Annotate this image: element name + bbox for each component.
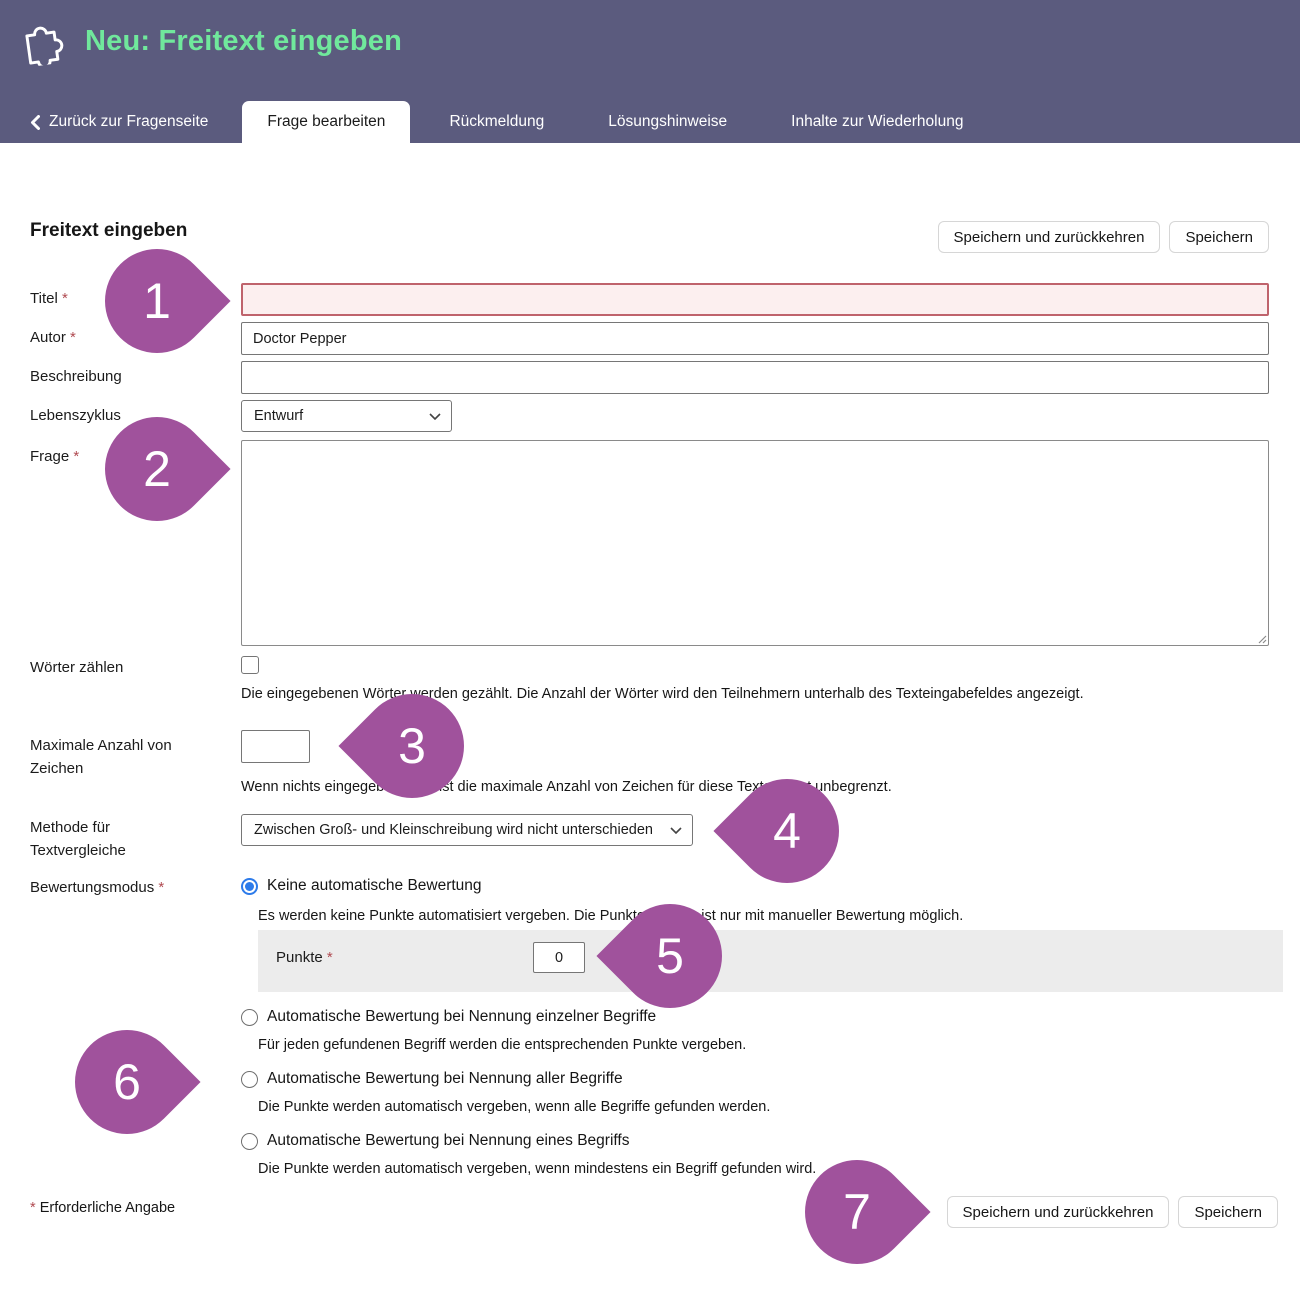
top-button-group: Speichern und zurückkehren Speichern (938, 221, 1270, 253)
resize-gripper-icon[interactable] (1256, 633, 1267, 644)
autor-input[interactable] (241, 322, 1269, 355)
back-to-question-page-link[interactable]: Zurück zur Fragenseite (30, 101, 216, 143)
save-button-top[interactable]: Speichern (1169, 221, 1269, 253)
radio-description: Es werden keine Punkte automatisiert ver… (258, 908, 963, 924)
annotation-marker-3: 3 (338, 672, 485, 819)
titel-input[interactable] (241, 283, 1269, 316)
required-asterisk: * (73, 448, 79, 465)
methode-value: Zwischen Groß- und Kleinschreibung wird … (254, 822, 653, 838)
radio-nennung-eines-begriffs[interactable]: Automatische Bewertung bei Nennung eines… (241, 1132, 629, 1150)
page: Neu: Freitext eingeben Zurück zur Fragen… (0, 0, 1300, 1300)
radio-icon[interactable] (241, 1133, 258, 1150)
radio-nennung-einzelner-begriffe[interactable]: Automatische Bewertung bei Nennung einze… (241, 1008, 656, 1026)
methode-select[interactable]: Zwischen Groß- und Kleinschreibung wird … (241, 814, 693, 846)
required-asterisk: * (158, 879, 164, 896)
form-title: Freitext eingeben (30, 220, 187, 242)
save-button-bottom[interactable]: Speichern (1178, 1196, 1278, 1228)
bottom-button-group: Speichern und zurückkehren Speichern (947, 1196, 1279, 1228)
radio-nennung-aller-begriffe[interactable]: Automatische Bewertung bei Nennung aller… (241, 1070, 623, 1088)
tab-inhalte-wiederholung[interactable]: Inhalte zur Wiederholung (766, 101, 988, 143)
max-zeichen-label: Maximale Anzahl von Zeichen (30, 735, 205, 780)
annotation-marker-7: 7 (783, 1138, 930, 1285)
woerter-zaehlen-label: Wörter zählen (30, 657, 205, 680)
punkte-input[interactable] (533, 942, 585, 973)
tab-loesungshinweise[interactable]: Lösungshinweise (583, 101, 752, 143)
max-zeichen-input[interactable] (241, 730, 310, 763)
brand: Neu: Freitext eingeben (20, 18, 402, 65)
woerter-zaehlen-checkbox[interactable] (241, 656, 259, 674)
lebenszyklus-select[interactable]: Entwurf (241, 400, 452, 432)
page-header-title: Neu: Freitext eingeben (85, 25, 402, 58)
annotation-marker-4: 4 (713, 757, 860, 904)
chevron-down-icon (429, 413, 441, 420)
chevron-down-icon (670, 827, 682, 834)
frage-textarea-wrap (241, 440, 1269, 646)
header-bar: Neu: Freitext eingeben Zurück zur Fragen… (0, 0, 1300, 143)
annotation-number: 2 (105, 417, 209, 521)
annotation-number: 4 (735, 779, 839, 883)
radio-description: Die Punkte werden automatisch vergeben, … (258, 1099, 770, 1115)
annotation-marker-6: 6 (53, 1008, 200, 1155)
beschreibung-label: Beschreibung (30, 366, 205, 389)
tab-label: Frage bearbeiten (267, 113, 385, 131)
beschreibung-input[interactable] (241, 361, 1269, 394)
tab-rueckmeldung[interactable]: Rückmeldung (424, 101, 569, 143)
required-asterisk: * (327, 949, 333, 966)
radio-icon[interactable] (241, 1009, 258, 1026)
annotation-marker-2: 2 (83, 395, 230, 542)
annotation-number: 3 (360, 694, 464, 798)
tab-frage-bearbeiten[interactable]: Frage bearbeiten (242, 101, 410, 143)
annotation-number: 1 (105, 249, 209, 353)
frage-textarea[interactable] (241, 440, 1269, 646)
methode-label: Methode für Textvergleiche (30, 817, 205, 862)
chevron-left-icon (30, 115, 40, 130)
radio-keine-automatische-bewertung[interactable]: Keine automatische Bewertung (241, 877, 482, 895)
punkte-label: Punkte * (276, 947, 476, 970)
puzzle-icon (17, 15, 70, 68)
radio-description: Die Punkte werden automatisch vergeben, … (258, 1161, 816, 1177)
save-and-return-button-bottom[interactable]: Speichern und zurückkehren (947, 1196, 1170, 1228)
annotation-number: 7 (805, 1160, 909, 1264)
required-asterisk: * (70, 329, 76, 346)
annotation-marker-5: 5 (596, 882, 743, 1029)
tab-label: Lösungshinweise (608, 113, 727, 131)
back-link-label: Zurück zur Fragenseite (49, 113, 208, 131)
tab-bar: Zurück zur Fragenseite Frage bearbeiten … (0, 101, 1300, 143)
required-note: * Erforderliche Angabe (30, 1200, 175, 1216)
required-asterisk: * (30, 1200, 36, 1216)
save-and-return-button-top[interactable]: Speichern und zurückkehren (938, 221, 1161, 253)
radio-description: Für jeden gefundenen Begriff werden die … (258, 1037, 746, 1053)
tab-label: Rückmeldung (449, 113, 544, 131)
annotation-number: 5 (618, 904, 722, 1008)
radio-selected-icon[interactable] (241, 878, 258, 895)
lebenszyklus-value: Entwurf (254, 408, 303, 424)
bewertungsmodus-label: Bewertungsmodus * (30, 877, 205, 900)
annotation-marker-1: 1 (83, 227, 230, 374)
tab-label: Inhalte zur Wiederholung (791, 113, 963, 131)
annotation-number: 6 (75, 1030, 179, 1134)
radio-icon[interactable] (241, 1071, 258, 1088)
punkte-panel: Punkte * (258, 930, 1283, 992)
required-asterisk: * (62, 290, 68, 307)
